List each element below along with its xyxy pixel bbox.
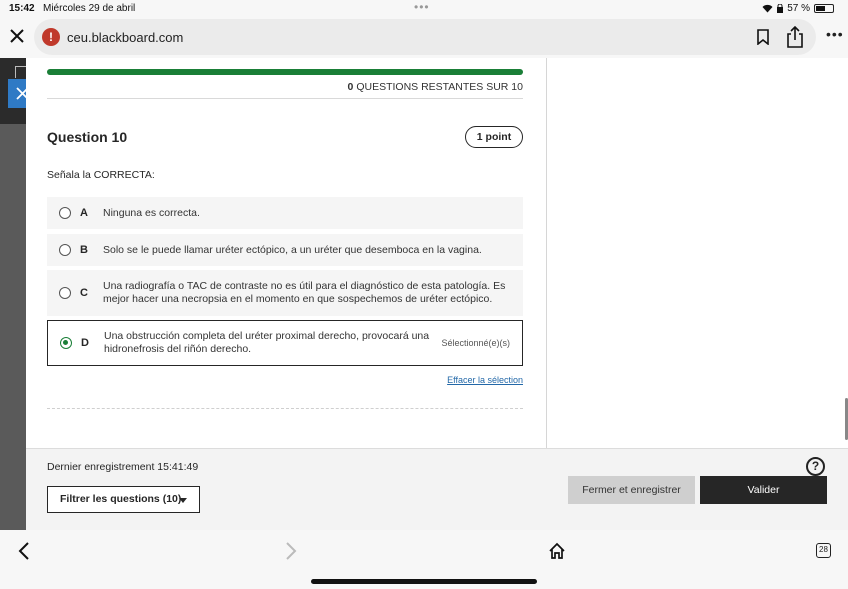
option-text: Una obstrucción completa del uréter prox… [104, 330, 430, 355]
radio-button[interactable] [59, 244, 71, 256]
tabs-icon[interactable]: 28 [816, 543, 831, 558]
selected-label: Sélectionné(e)(s) [441, 338, 510, 348]
points-badge: 1 point [465, 126, 523, 148]
divider [47, 98, 523, 99]
battery-icon [814, 4, 834, 13]
browser-bottom-bar: 28 [0, 530, 848, 589]
warning-icon[interactable]: ! [42, 28, 60, 46]
radio-button[interactable] [59, 287, 71, 299]
share-icon[interactable] [786, 26, 804, 48]
close-and-save-button[interactable]: Fermer et enregistrer [568, 476, 695, 504]
forward-icon[interactable] [283, 541, 299, 561]
question-prompt: Señala la CORRECTA: [47, 169, 155, 181]
quiz-footer: Dernier enregistrement 15:41:49 ? Filtre… [26, 448, 848, 530]
option-letter: B [80, 244, 88, 256]
help-icon[interactable]: ? [806, 457, 825, 476]
option-c[interactable]: C Una radiografía o TAC de contraste no … [47, 270, 523, 316]
home-indicator[interactable] [311, 579, 537, 584]
filter-questions-button[interactable]: Filtrer les questions (10) [47, 486, 200, 513]
option-d[interactable]: D Una obstrucción completa del uréter pr… [47, 320, 523, 366]
address-bar[interactable]: ! ceu.blackboard.com [34, 19, 816, 55]
remaining-count: 0 [347, 81, 354, 93]
side-panel [546, 58, 848, 448]
status-time: 15:42 [9, 3, 35, 14]
lock-rotation-icon [777, 4, 784, 13]
option-letter: C [80, 287, 88, 299]
status-right: 57 % [762, 3, 834, 14]
battery-percent: 57 % [787, 3, 810, 14]
remaining-text: QUESTIONS RESTANTES SUR 10 [356, 81, 523, 93]
option-b[interactable]: B Solo se le puede llamar uréter ectópic… [47, 234, 523, 266]
option-text: Ninguna es correcta. [103, 207, 200, 219]
more-icon[interactable]: ••• [826, 26, 844, 42]
radio-button[interactable] [59, 207, 71, 219]
clear-selection-link[interactable]: Effacer la sélection [447, 375, 523, 385]
close-icon[interactable] [9, 28, 25, 44]
divider-dashed [47, 408, 523, 409]
multitasking-dots-icon[interactable]: ••• [414, 0, 430, 14]
wifi-icon [762, 4, 773, 13]
last-saved-text: Dernier enregistrement 15:41:49 [47, 461, 199, 473]
question-panel: 0 QUESTIONS RESTANTES SUR 10 Question 10… [26, 58, 546, 448]
home-icon [15, 66, 26, 78]
browser-toolbar: ! ceu.blackboard.com ••• [0, 18, 848, 58]
question-title: Question 10 [47, 129, 128, 145]
url-text[interactable]: ceu.blackboard.com [67, 30, 183, 45]
chevron-down-icon [179, 498, 187, 503]
status-date: Miércoles 29 de abril [43, 3, 136, 14]
radio-button-selected[interactable] [60, 337, 72, 349]
back-icon[interactable] [16, 541, 32, 561]
status-bar: 15:42 Miércoles 29 de abril ••• 57 % [0, 0, 848, 18]
home-icon[interactable] [548, 542, 566, 560]
bookmark-icon[interactable] [756, 29, 770, 45]
option-letter: A [80, 207, 88, 219]
option-a[interactable]: A Ninguna es correcta. [47, 197, 523, 229]
option-text: Una radiografía o TAC de contraste no es… [103, 280, 506, 305]
filter-label: Filtrer les questions (10) [60, 493, 182, 505]
validate-button[interactable]: Valider [700, 476, 827, 504]
background-page-edge [0, 58, 26, 530]
progress-fill [47, 69, 523, 75]
option-letter: D [81, 337, 89, 349]
remaining-questions: 0 QUESTIONS RESTANTES SUR 10 [348, 81, 523, 93]
progress-bar [47, 69, 523, 75]
option-text: Solo se le puede llamar uréter ectópico,… [103, 244, 482, 256]
battery-fill [816, 6, 826, 11]
